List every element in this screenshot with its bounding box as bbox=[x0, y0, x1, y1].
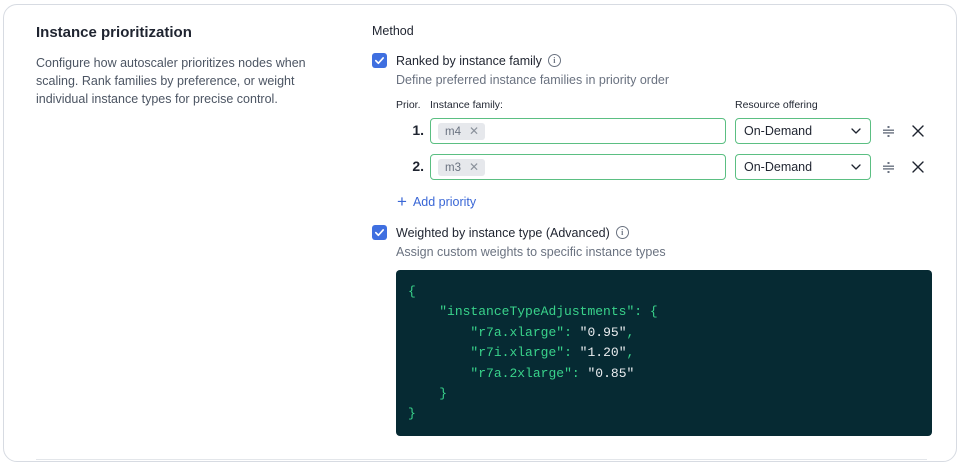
family-chip: m4 ✕ bbox=[438, 123, 486, 140]
add-priority-label: Add priority bbox=[412, 195, 477, 209]
family-chip-label: m3 bbox=[445, 161, 461, 174]
check-icon bbox=[375, 57, 384, 65]
family-chip-label: m4 bbox=[445, 125, 461, 138]
code-key: r7a.2xlarge bbox=[478, 365, 565, 381]
ranked-sublabel: Define preferred instance families in pr… bbox=[396, 73, 670, 87]
ranked-option[interactable]: Ranked by instance family i bbox=[372, 53, 561, 68]
code-value: 0.85 bbox=[595, 365, 627, 381]
resource-offering-select[interactable]: On-Demand bbox=[735, 118, 871, 144]
plus-icon: + bbox=[397, 192, 407, 211]
chevron-down-icon bbox=[851, 164, 861, 170]
section-description: Configure how autoscaler prioritizes nod… bbox=[36, 56, 306, 106]
ranked-checkbox[interactable] bbox=[372, 53, 387, 68]
chevron-down-icon bbox=[851, 128, 861, 134]
weighted-option[interactable]: Weighted by instance type (Advanced) i bbox=[372, 225, 629, 240]
check-icon bbox=[375, 229, 384, 237]
section-title: Instance prioritization bbox=[36, 24, 192, 41]
code-key: r7i.xlarge bbox=[478, 345, 557, 361]
resource-offering-value: On-Demand bbox=[744, 124, 813, 138]
family-chip: m3 ✕ bbox=[438, 159, 486, 176]
col-instance-family: Instance family: bbox=[430, 99, 503, 111]
col-prior: Prior. bbox=[396, 99, 421, 111]
add-priority-button[interactable]: + Add priority bbox=[397, 192, 477, 211]
close-icon[interactable] bbox=[912, 125, 924, 137]
weights-code-editor[interactable]: { "instanceTypeAdjustments": { "r7a.xlar… bbox=[396, 270, 932, 436]
divider bbox=[36, 459, 927, 460]
code-key: r7a.xlarge bbox=[478, 324, 557, 340]
instance-family-input[interactable]: m4 ✕ bbox=[430, 118, 726, 144]
section-info: Instance prioritization Configure how au… bbox=[36, 24, 326, 108]
priority-number: 1. bbox=[412, 122, 424, 138]
instance-family-input[interactable]: m3 ✕ bbox=[430, 154, 726, 180]
ranked-label: Ranked by instance family bbox=[396, 53, 542, 68]
drag-handle-icon[interactable] bbox=[883, 162, 894, 173]
drag-handle-icon[interactable] bbox=[883, 126, 894, 137]
info-icon[interactable]: i bbox=[547, 54, 561, 67]
col-resource-offering: Resource offering bbox=[735, 99, 818, 111]
method-label: Method bbox=[372, 24, 414, 38]
weighted-sublabel: Assign custom weights to specific instan… bbox=[396, 245, 666, 259]
code-root-key: instanceTypeAdjustments bbox=[447, 304, 627, 320]
close-icon[interactable]: ✕ bbox=[469, 123, 479, 140]
code-value: 1.20 bbox=[587, 345, 619, 361]
code-value: 0.95 bbox=[587, 324, 619, 340]
info-icon[interactable]: i bbox=[615, 226, 629, 239]
priority-number: 2. bbox=[412, 158, 424, 174]
close-icon[interactable] bbox=[912, 161, 924, 173]
weighted-label: Weighted by instance type (Advanced) bbox=[396, 225, 610, 240]
resource-offering-value: On-Demand bbox=[744, 160, 813, 174]
close-icon[interactable]: ✕ bbox=[469, 159, 479, 176]
weighted-checkbox[interactable] bbox=[372, 225, 387, 240]
resource-offering-select[interactable]: On-Demand bbox=[735, 154, 871, 180]
